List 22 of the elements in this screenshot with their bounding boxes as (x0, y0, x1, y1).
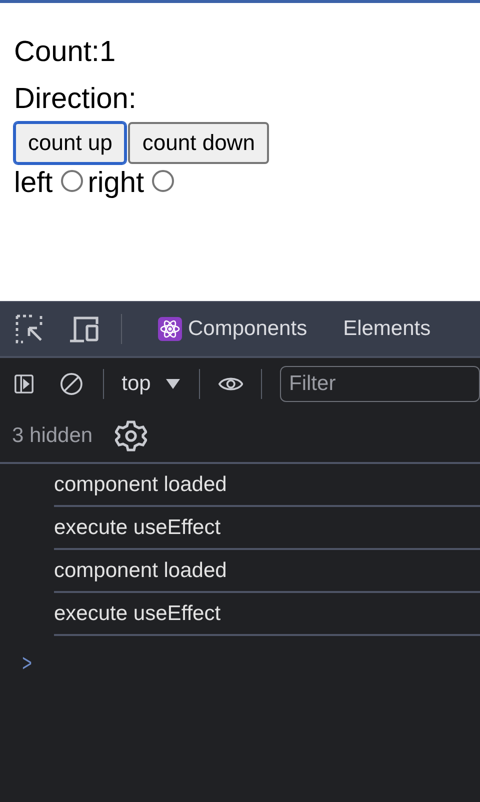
element-picker-icon[interactable] (15, 314, 45, 344)
dropdown-caret-icon (164, 378, 181, 390)
count-text: Count:1 (14, 35, 116, 70)
console-message: component loaded (54, 558, 227, 582)
hidden-count: 3 hidden (12, 424, 93, 448)
count-button[interactable]: count down (128, 122, 269, 164)
console-message: component loaded (54, 472, 227, 496)
devtools-tab[interactable]: Elements (325, 303, 449, 355)
radio-button[interactable] (152, 170, 174, 192)
context-dropdown[interactable]: top (122, 372, 181, 396)
console-message: execute useEffect (54, 602, 221, 626)
console-message: execute useEffect (54, 516, 221, 540)
devtools-tab[interactable]: Components (140, 303, 326, 355)
console-prompt[interactable]: > (22, 650, 32, 678)
direction-label: Direction: (14, 82, 136, 117)
filter-field[interactable]: Filter (280, 366, 480, 402)
radio-button[interactable] (60, 170, 83, 192)
count-button[interactable]: count up (14, 122, 126, 164)
atom-icon (158, 317, 182, 341)
radio-label: left (14, 166, 53, 201)
radio-label: right (88, 166, 144, 201)
settings-icon[interactable] (114, 420, 147, 452)
